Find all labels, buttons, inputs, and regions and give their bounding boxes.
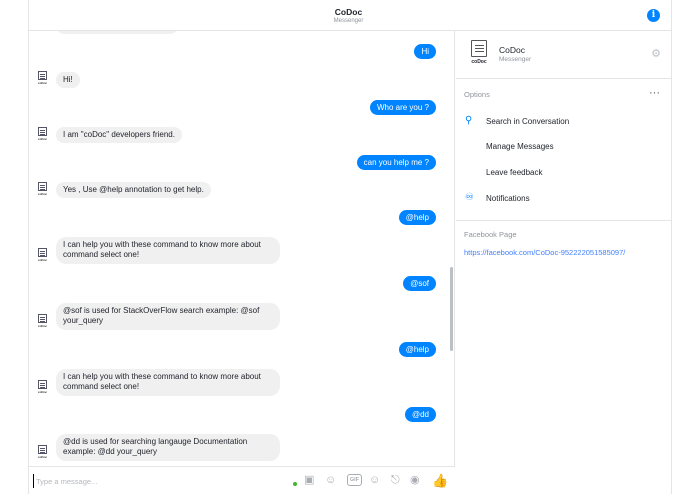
profile-avatar: coDoc <box>468 40 490 66</box>
gif-icon[interactable]: GIF <box>347 474 362 486</box>
incoming-message: Yes , Use @help annotation to get help. <box>56 182 211 198</box>
message-input[interactable] <box>33 474 233 488</box>
avatar-caption: coDoc <box>37 192 48 196</box>
online-indicator <box>293 482 297 486</box>
camera-icon[interactable]: ◉ <box>410 473 420 488</box>
avatar-caption: coDoc <box>37 81 48 85</box>
profile-card: coDoc CoDoc Messenger ⚙ <box>456 31 672 79</box>
conversation-details-panel: coDoc CoDoc Messenger ⚙ Options ··· ⚲ Se… <box>456 31 672 494</box>
option-leave-feedback[interactable]: Leave feedback <box>486 168 543 177</box>
facebook-page-link[interactable]: https://facebook.com/CoDoc-9522220515850… <box>464 248 625 257</box>
image-icon[interactable]: ▣ <box>304 473 314 488</box>
document-icon <box>38 127 47 136</box>
thumbs-up-icon[interactable]: 👍 <box>432 473 448 488</box>
option-manage-messages[interactable]: Manage Messages <box>486 142 554 151</box>
outgoing-message: @help <box>398 210 436 225</box>
options-header: Options <box>464 90 490 99</box>
profile-name: CoDoc <box>499 45 525 55</box>
message-composer: ▣ ☺ GIF ☺ ⎋ ◉ 👍 <box>29 466 455 494</box>
document-icon <box>471 40 487 57</box>
outgoing-message: @help <box>398 342 436 357</box>
bot-avatar: coDoc <box>36 445 49 459</box>
bot-avatar: coDoc <box>36 71 49 85</box>
document-icon <box>38 248 47 257</box>
incoming-message: @sof is used for StackOverFlow search ex… <box>56 303 280 330</box>
conversation-title: CoDoc <box>334 7 363 17</box>
avatar-caption: coDoc <box>37 455 48 459</box>
avatar-caption: coDoc <box>37 324 48 328</box>
bot-avatar: coDoc <box>36 380 49 394</box>
document-icon <box>38 314 47 323</box>
incoming-message: I can help you with these command to kno… <box>56 237 280 264</box>
bell-icon: ♾ <box>465 192 474 203</box>
option-search-in-conversation[interactable]: Search in Conversation <box>486 117 569 126</box>
section-divider <box>456 220 672 221</box>
bot-avatar: coDoc <box>36 127 49 141</box>
sticker-icon[interactable]: ☺ <box>325 473 336 488</box>
option-notifications[interactable]: Notifications <box>486 194 530 203</box>
messenger-window: CoDoc Messenger i Hi coDoc Hi! Who are y… <box>28 0 672 494</box>
outgoing-message: Who are you ? <box>369 100 436 115</box>
emoji-icon[interactable]: ☺ <box>369 473 380 488</box>
more-options-icon[interactable]: ··· <box>649 87 660 99</box>
conversation-subtitle: Messenger <box>333 18 364 24</box>
microphone-icon[interactable]: ⎋ <box>391 473 400 488</box>
incoming-message: @dd is used for searching langauge Docum… <box>56 434 280 461</box>
info-icon[interactable]: i <box>647 9 660 22</box>
avatar-caption: coDoc <box>37 258 48 262</box>
gear-icon[interactable]: ⚙ <box>651 47 661 60</box>
search-icon: ⚲ <box>465 115 473 126</box>
bot-avatar: coDoc <box>36 182 49 196</box>
profile-subtitle: Messenger <box>499 56 532 63</box>
document-icon <box>38 182 47 191</box>
outgoing-message: @sof <box>403 276 436 291</box>
avatar-caption: coDoc <box>37 137 48 141</box>
avatar-caption: coDoc <box>471 59 487 65</box>
incoming-message: I am "coDoc" developers friend. <box>56 127 182 143</box>
outgoing-message: Hi <box>414 44 436 59</box>
bot-avatar: coDoc <box>36 314 49 328</box>
avatar-caption: coDoc <box>37 390 48 394</box>
conversation-header: CoDoc Messenger i <box>29 0 671 31</box>
previous-message-bubble <box>56 31 178 34</box>
document-icon <box>38 445 47 454</box>
incoming-message: Hi! <box>56 72 80 88</box>
chat-scrollbar[interactable] <box>450 267 453 351</box>
facebook-page-label: Facebook Page <box>464 230 517 239</box>
outgoing-message: can you help me ? <box>356 155 436 170</box>
document-icon <box>38 380 47 389</box>
incoming-message: I can help you with these command to kno… <box>56 369 280 396</box>
outgoing-message: @dd <box>404 407 436 422</box>
document-icon <box>38 71 47 80</box>
bot-avatar: coDoc <box>36 248 49 262</box>
message-list[interactable]: Hi coDoc Hi! Who are you ? coDoc I am "c… <box>29 31 455 466</box>
